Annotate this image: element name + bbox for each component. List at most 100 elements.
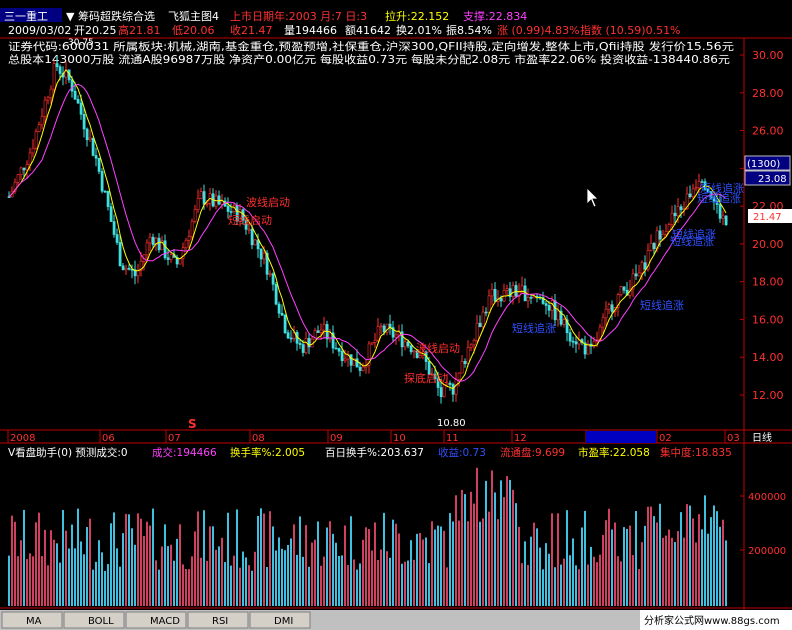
candle-body xyxy=(289,337,293,340)
volume-bar xyxy=(602,534,604,606)
theme-name[interactable]: 飞狐主图4 xyxy=(168,9,219,23)
tab-label: DMI xyxy=(274,616,293,627)
price-tick-label: 30.00 xyxy=(752,49,784,62)
candle-body xyxy=(151,236,155,245)
volume-bar xyxy=(257,515,259,606)
volume-bar xyxy=(224,562,226,606)
volume-bar xyxy=(65,530,67,606)
volume-bar xyxy=(401,563,403,606)
top-price-overlay: 30.75 xyxy=(68,38,94,48)
volume-bar xyxy=(653,516,655,606)
volume-bar xyxy=(23,509,25,606)
volume-bar xyxy=(77,508,79,606)
candle-body xyxy=(307,337,311,348)
candle-body xyxy=(574,341,578,345)
candle-body xyxy=(73,90,77,100)
volume-bar xyxy=(155,560,157,606)
volume-bar xyxy=(491,470,493,606)
indicator-tabs: MA BOLL MACD RSI DMI xyxy=(1,611,311,629)
volume-bar xyxy=(365,527,367,606)
candle-body xyxy=(490,288,494,297)
candle-body xyxy=(640,262,644,274)
volume-bar xyxy=(506,476,508,606)
candle-body xyxy=(340,351,344,362)
volume-bar xyxy=(170,544,172,606)
stock-chart-window[interactable]: 三一重工 ▼ 筹码超跌综合选 飞狐主图4 上市日期年:2003 月:7 日:3 … xyxy=(0,0,792,630)
volume-bar xyxy=(335,542,337,606)
candle-body xyxy=(274,283,278,305)
volume-bar xyxy=(686,504,688,606)
candle-body xyxy=(358,366,362,371)
candle-body xyxy=(199,191,203,199)
volume-bar xyxy=(50,530,52,606)
candle-body xyxy=(547,305,551,311)
candle-body xyxy=(112,221,116,235)
volume-bar xyxy=(269,511,271,606)
volume-bar xyxy=(272,526,274,606)
cursor-label-2: 23.08 xyxy=(758,174,787,185)
volume-bar xyxy=(623,527,625,606)
period-label[interactable]: 日线 xyxy=(752,431,772,444)
volume-bar xyxy=(587,564,589,606)
volume-bar xyxy=(131,528,133,606)
price-tick-label: 26.00 xyxy=(752,125,784,138)
candle-body xyxy=(439,387,443,398)
volume-bar xyxy=(119,566,121,606)
volume-bar xyxy=(95,561,97,606)
volume-bar xyxy=(188,569,190,606)
volume-bar xyxy=(419,533,421,606)
candle-body xyxy=(406,341,410,347)
candle-body xyxy=(169,254,173,260)
candle-body xyxy=(127,267,131,270)
chip-indicator[interactable]: 筹码超跌综合选 xyxy=(78,9,155,23)
volume-bar xyxy=(20,540,22,606)
volume-bar xyxy=(593,556,595,606)
volume-bar xyxy=(11,515,13,606)
volume-bar xyxy=(308,566,310,606)
candle-body xyxy=(553,300,557,321)
candle-body xyxy=(79,102,83,115)
candle-body xyxy=(34,131,38,149)
candle-body xyxy=(157,237,161,251)
volume-bar xyxy=(596,562,598,606)
volume-bar xyxy=(671,537,673,606)
candle-body xyxy=(106,191,110,207)
volume-bar xyxy=(644,525,646,606)
tab-label: RSI xyxy=(212,616,228,627)
candle-body xyxy=(316,330,320,333)
candle-body xyxy=(478,322,482,328)
candle-body xyxy=(226,205,230,212)
quote-bar: 2009/03/02 开20.25 高21.81 低20.06 收21.47 量… xyxy=(8,23,681,37)
volume-bar xyxy=(146,521,148,606)
candle-body xyxy=(466,347,470,364)
volume-bar xyxy=(632,555,634,606)
volume-bar xyxy=(323,556,325,606)
candle-body xyxy=(514,285,518,297)
volume-bar xyxy=(494,492,496,606)
volume-bar xyxy=(320,565,322,606)
pe-ratio: 市盈率:22.058 xyxy=(578,446,650,459)
volume-bar xyxy=(398,533,400,606)
signal-label: 短线追涨 xyxy=(697,191,741,205)
volume-bar xyxy=(524,541,526,606)
volume-bar xyxy=(251,570,253,606)
candle-body xyxy=(16,174,20,183)
volume-bar xyxy=(641,542,643,606)
candle-body xyxy=(277,303,281,314)
candle-body xyxy=(229,211,233,213)
volume-bar xyxy=(98,540,100,606)
volume-bar xyxy=(434,529,436,606)
volume-bar xyxy=(416,533,418,606)
candle-body xyxy=(643,262,647,270)
volume-bar xyxy=(203,510,205,606)
candle-body xyxy=(253,239,257,246)
volume-indicator-name[interactable]: V看盘助手(0) 预测成交:0 xyxy=(8,446,128,459)
volume-bar xyxy=(368,529,370,606)
stock-name[interactable]: 三一重工 xyxy=(4,9,48,23)
candle-body xyxy=(601,317,605,328)
volume-bar xyxy=(563,558,565,606)
time-tick-label: 08 xyxy=(252,433,265,444)
volume-bar xyxy=(299,516,301,606)
volume-bar xyxy=(515,503,517,606)
candle-body xyxy=(487,295,491,313)
